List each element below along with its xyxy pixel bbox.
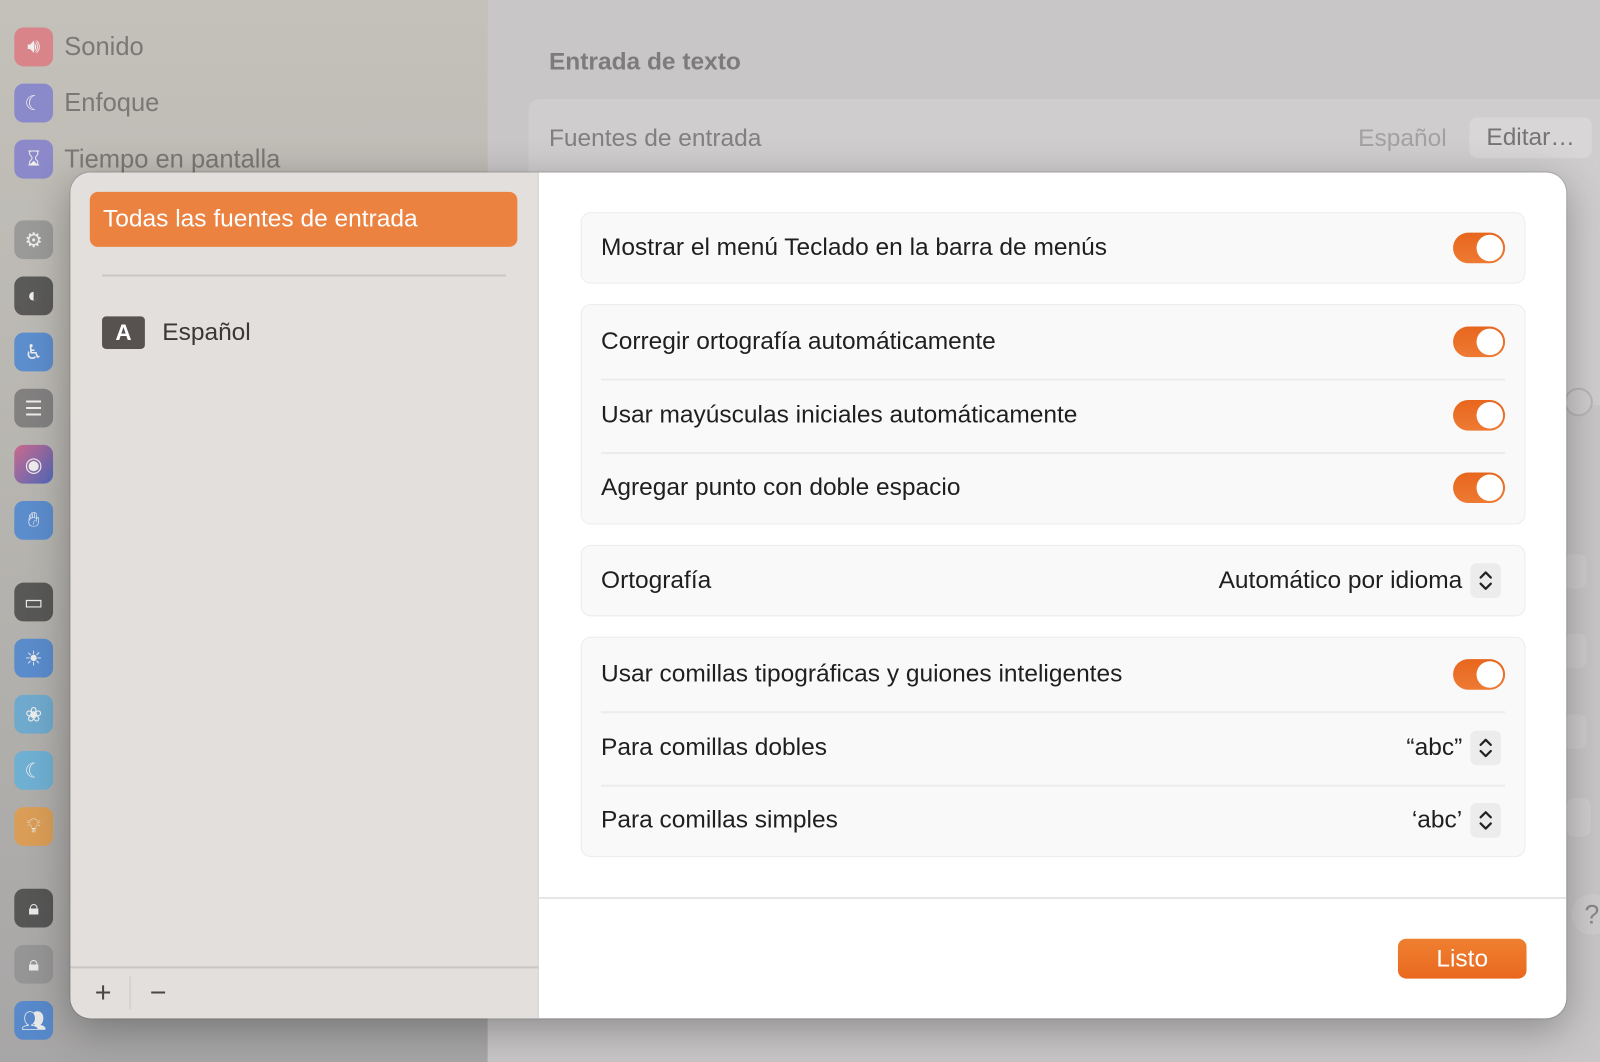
setting-label: Agregar punto con doble espacio: [601, 473, 961, 502]
language-item-espanol[interactable]: A Español: [102, 316, 251, 349]
edit-button[interactable]: Editar…: [1469, 117, 1592, 159]
keyboard-input-dialog: Todas las fuentes de entrada A Español +…: [70, 172, 1567, 1019]
setting-row-auto-caps: Usar mayúsculas iniciales automáticament…: [582, 378, 1525, 452]
footer-divider: [538, 896, 1567, 899]
sidebar-item-label: Tiempo en pantalla: [64, 144, 281, 173]
done-button[interactable]: Listo: [1397, 938, 1527, 979]
privacy-hand-icon[interactable]: ✋︎: [14, 501, 54, 540]
wallpaper-flower-icon[interactable]: ❀: [14, 694, 54, 734]
double-quotes-value[interactable]: “abc”: [1406, 734, 1462, 763]
sidebar-item-label: Enfoque: [64, 88, 160, 117]
hourglass-icon: ⌛︎: [14, 139, 54, 179]
background-button: [1566, 199, 1591, 239]
section-title: Entrada de texto: [548, 47, 741, 76]
autocorrect-card: Corregir ortografía automáticamente Usar…: [580, 304, 1526, 525]
input-sources-sidebar: Todas las fuentes de entrada A Español +…: [70, 172, 539, 1019]
accessibility-icon[interactable]: ♿︎: [14, 332, 54, 372]
auto-caps-toggle[interactable]: [1453, 399, 1506, 431]
all-input-sources-label: Todas las fuentes de entrada: [103, 205, 418, 233]
setting-row-single-quotes[interactable]: Para comillas simples ‘abc’: [582, 784, 1525, 856]
lock-icon[interactable]: 🔒︎: [14, 944, 54, 984]
lightbulb-icon[interactable]: 💡︎: [14, 807, 54, 846]
password-lock-icon[interactable]: 🔒︎: [14, 888, 54, 928]
setting-row-double-quotes[interactable]: Para comillas dobles “abc”: [582, 711, 1525, 784]
quotes-card: Usar comillas tipográficas y guiones int…: [580, 636, 1526, 858]
setting-label: Ortografía: [601, 566, 712, 594]
siri-icon[interactable]: ◉: [14, 444, 54, 484]
control-center-icon[interactable]: ☰: [14, 388, 54, 428]
sidebar-item-label: Sonido: [64, 32, 144, 61]
spelling-value[interactable]: Automático por idioma: [1219, 566, 1463, 595]
add-input-source-button[interactable]: +: [88, 977, 119, 1010]
chevron-up-down-icon[interactable]: [1470, 730, 1502, 766]
setting-row-show-menu: Mostrar el menú Teclado en la barra de m…: [582, 213, 1525, 282]
moon-icon: ☾: [14, 83, 54, 123]
setting-label: Usar comillas tipográficas y guiones int…: [601, 660, 1123, 688]
sidebar-divider: [102, 274, 507, 277]
brightness-icon[interactable]: ☀: [14, 638, 54, 678]
setting-label: Para comillas dobles: [601, 733, 827, 762]
input-source-icon: A: [102, 316, 145, 349]
background-stepper: [1564, 554, 1587, 589]
gear-icon[interactable]: ⚙: [14, 220, 54, 260]
auto-correct-toggle[interactable]: [1453, 326, 1506, 358]
sidebar-item-sonido[interactable]: 🔊︎ Sonido: [14, 27, 144, 67]
smart-quotes-toggle[interactable]: [1453, 659, 1506, 690]
setting-row-smart-quotes: Usar comillas tipográficas y guiones int…: [582, 638, 1525, 711]
remove-input-source-button[interactable]: −: [143, 977, 174, 1010]
setting-row-spelling[interactable]: Ortografía Automático por idioma: [582, 546, 1525, 615]
button-separator: [129, 976, 131, 1010]
setting-row-double-space: Agregar punto con doble espacio: [582, 452, 1525, 523]
setting-label: Para comillas simples: [601, 806, 838, 834]
chevron-up-down-icon[interactable]: [1470, 803, 1502, 838]
background-button: [1566, 797, 1591, 837]
desktop-dock-icon[interactable]: ▭: [14, 582, 54, 622]
screensaver-icon[interactable]: ☾: [14, 751, 54, 790]
appearance-icon[interactable]: ◐: [14, 276, 54, 316]
double-space-toggle[interactable]: [1453, 472, 1506, 504]
setting-label: Corregir ortografía automáticamente: [601, 327, 996, 356]
sidebar-bottom-bar: + −: [70, 966, 539, 1018]
chevron-up-down-icon[interactable]: [1470, 563, 1502, 598]
setting-label: Mostrar el menú Teclado en la barra de m…: [601, 233, 1107, 262]
single-quotes-value[interactable]: ‘abc’: [1412, 806, 1462, 835]
background-stepper: [1564, 714, 1587, 749]
menu-settings-card: Mostrar el menú Teclado en la barra de m…: [580, 212, 1526, 284]
background-toggle: [1564, 387, 1593, 417]
all-input-sources-item[interactable]: Todas las fuentes de entrada: [89, 191, 518, 247]
users-icon[interactable]: 👥︎: [14, 1001, 54, 1040]
language-label: Español: [162, 318, 251, 346]
input-sources-label: Fuentes de entrada: [548, 124, 762, 153]
setting-label: Usar mayúsculas iniciales automáticament…: [601, 401, 1078, 429]
spelling-card: Ortografía Automático por idioma: [580, 544, 1526, 617]
input-sources-value: Español: [1358, 124, 1447, 153]
setting-row-auto-correct: Corregir ortografía automáticamente: [582, 305, 1525, 378]
background-stepper: [1564, 633, 1587, 669]
sidebar-item-enfoque[interactable]: ☾ Enfoque: [14, 83, 160, 123]
speaker-icon: 🔊︎: [14, 27, 54, 67]
show-menu-toggle[interactable]: [1453, 232, 1506, 264]
